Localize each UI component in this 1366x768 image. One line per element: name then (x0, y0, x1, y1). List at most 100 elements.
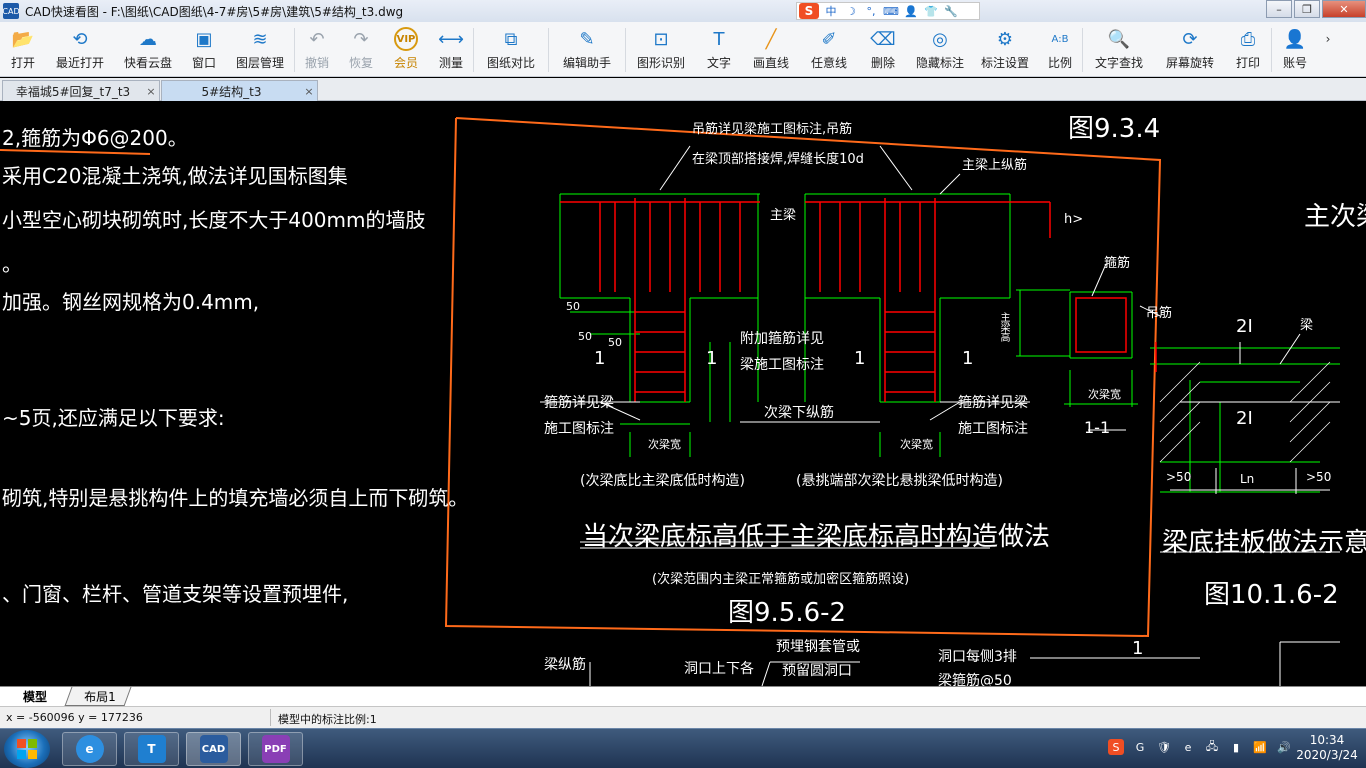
shape-recognize-button[interactable]: ⊡ 图形识别 (626, 22, 696, 77)
delete-button[interactable]: ⌫ 删除 (858, 22, 908, 77)
restore-button[interactable]: ❐ (1294, 0, 1320, 18)
taskbar-cad[interactable]: CAD (186, 732, 241, 766)
note-line-7: 砌筑,特别是悬挑构件上的填充墙必须自上而下砌筑。 (2, 486, 469, 510)
shield-tray-icon[interactable]: 🛡 (1156, 739, 1172, 755)
measure-icon: ⟷ (438, 28, 464, 50)
fig-label-956: 图9.5.6-2 (728, 598, 847, 628)
folder-open-icon: 📂 (11, 28, 35, 50)
hide-annotation-icon: ◎ (932, 28, 948, 50)
tab-close-icon[interactable]: × (143, 85, 159, 98)
label-gt50-right: >50 (1306, 470, 1332, 484)
recent-button[interactable]: ⟲ 最近打开 (46, 22, 114, 77)
windows-logo-icon (17, 739, 37, 759)
drawing-canvas[interactable]: 2,箍筋为Φ6@200。 采用C20混凝土浇筑,做法详见国标图集 小型空心砌块砌… (0, 102, 1366, 686)
label-additional-stirrup: 附加箍筋详见 (740, 331, 824, 347)
undo-button[interactable]: ↶ 撤销 (295, 22, 339, 77)
sogou-ime-icon[interactable]: S (799, 3, 819, 19)
ie-tray-icon[interactable]: e (1180, 739, 1196, 755)
close-button[interactable]: ✕ (1322, 0, 1366, 18)
network-tray-icon[interactable]: 🖧 (1204, 739, 1220, 755)
bottom-beam-bar-label: 梁纵筋 (544, 657, 586, 673)
text-search-button[interactable]: 🔍 文字查找 (1083, 22, 1155, 77)
note-line-8: 、门窗、栏杆、管道支架等设置预埋件, (2, 582, 349, 606)
note-line-6: ~5页,还应满足以下要求: (2, 406, 225, 430)
compare-button[interactable]: ⧉ 图纸对比 (474, 22, 548, 77)
taskbar-pdf[interactable]: PDF (248, 732, 303, 766)
text-button[interactable]: T 文字 (696, 22, 742, 77)
system-tray: S G 🛡 e 🖧 ▮ 📶 🔊 (1108, 739, 1292, 755)
ime-tools-icon[interactable]: 🔧 (943, 5, 959, 18)
account-label: 账号 (1282, 56, 1307, 70)
print-icon: ⎙ (1240, 28, 1256, 50)
scale-label: 比例 (1047, 56, 1072, 70)
ime-punctuation-icon[interactable]: °, (863, 5, 879, 18)
google-tray-icon[interactable]: G (1132, 739, 1148, 755)
text-search-label: 文字查找 (1094, 56, 1143, 70)
vip-button[interactable]: VIP 会员 (383, 22, 429, 77)
freehand-button[interactable]: ✐ 任意线 (800, 22, 858, 77)
redo-button[interactable]: ↷ 恢复 (339, 22, 383, 77)
section-1-1-label: 1-1 (1084, 418, 1111, 437)
open-button[interactable]: 📂 打开 (0, 22, 46, 77)
note-line-2: 采用C20混凝土浇筑,做法详见国标图集 (2, 164, 348, 188)
text-icon: T (713, 28, 725, 50)
shape-recognize-label: 图形识别 (636, 56, 685, 70)
system-clock[interactable]: 10:34 2020/3/24 (1296, 733, 1358, 763)
note-line-4: 。 (2, 252, 22, 276)
ime-keyboard-icon[interactable]: ⌨ (883, 5, 899, 18)
label-stirrup-right-2: 施工图标注 (958, 421, 1028, 437)
print-button[interactable]: ⎙ 打印 (1225, 22, 1271, 77)
chevron-right-icon: › (1325, 32, 1331, 46)
device-tray-icon[interactable]: ▮ (1228, 739, 1244, 755)
bottom-stirrup-label: 梁箍筋@50 (938, 673, 1012, 686)
ime-moon-icon[interactable]: ☽ (843, 5, 859, 18)
ime-skin-icon[interactable]: 👕 (923, 5, 939, 18)
section-mark-1d: 1 (962, 348, 974, 369)
edit-helper-label: 编辑助手 (562, 56, 611, 70)
sogou-tray-icon[interactable]: S (1108, 739, 1124, 755)
tab-close-icon[interactable]: × (301, 85, 317, 98)
label-2i-a: 2Ⅰ (1236, 316, 1253, 337)
signal-tray-icon[interactable]: 📶 (1252, 739, 1268, 755)
label-hanger-2: 在梁顶部搭接焊,焊缝长度10d (692, 152, 864, 167)
ime-user-icon[interactable]: 👤 (903, 5, 919, 18)
tab-file-2[interactable]: 5#结构_t3 × (161, 80, 318, 101)
tab-file-1[interactable]: 幸福城5#回复_t7_t3 × (2, 80, 160, 101)
cloud-icon: ☁ (139, 28, 157, 50)
ime-chinese-mode[interactable]: 中 (823, 3, 839, 19)
draw-line-label: 画直线 (752, 56, 789, 70)
line-icon: ╱ (765, 28, 777, 50)
tab-label: 5#结构_t3 (201, 84, 262, 99)
draw-line-button[interactable]: ╱ 画直线 (742, 22, 800, 77)
window-label: 窗口 (191, 56, 216, 70)
layers-label: 图层管理 (235, 56, 284, 70)
measure-button[interactable]: ⟷ 测量 (429, 22, 473, 77)
cloud-button[interactable]: ☁ 快看云盘 (114, 22, 182, 77)
taskbar-t-app[interactable]: T (124, 732, 179, 766)
label-stirrup-left: 箍筋详见梁 (544, 395, 614, 411)
layers-button[interactable]: ≋ 图层管理 (226, 22, 294, 77)
tab-layout1[interactable]: 布局1 (70, 687, 130, 706)
recent-label: 最近打开 (55, 56, 104, 70)
edit-helper-button[interactable]: ✎ 编辑助手 (549, 22, 625, 77)
annotation-settings-button[interactable]: ⚙ 标注设置 (972, 22, 1038, 77)
window-icon: ▣ (195, 28, 213, 50)
shape-recognize-icon: ⊡ (653, 28, 669, 50)
rotate-screen-button[interactable]: ⟳ 屏幕旋转 (1155, 22, 1225, 77)
ime-toolbar[interactable]: S 中 ☽ °, ⌨ 👤 👕 🔧 (796, 2, 980, 20)
hide-annotation-button[interactable]: ◎ 隐藏标注 (908, 22, 972, 77)
window-button[interactable]: ▣ 窗口 (182, 22, 226, 77)
fig-label-1016: 图10.1.6-2 (1204, 580, 1339, 610)
section-stirrup-label: 箍筋 (1104, 256, 1131, 271)
markup-outline (444, 117, 1162, 638)
toolbar-expand-button[interactable]: › (1318, 22, 1338, 77)
taskbar-ie[interactable]: e (62, 732, 117, 766)
scale-button[interactable]: A:B 比例 (1038, 22, 1082, 77)
minimize-button[interactable]: – (1266, 0, 1292, 18)
start-button[interactable] (4, 730, 50, 768)
volume-tray-icon[interactable]: 🔊 (1276, 739, 1292, 755)
tab-model[interactable]: 模型 (4, 687, 66, 706)
pdf-app-icon: PDF (261, 735, 290, 763)
account-button[interactable]: 👤 账号 (1272, 22, 1318, 77)
label-h: h> (1064, 212, 1084, 227)
